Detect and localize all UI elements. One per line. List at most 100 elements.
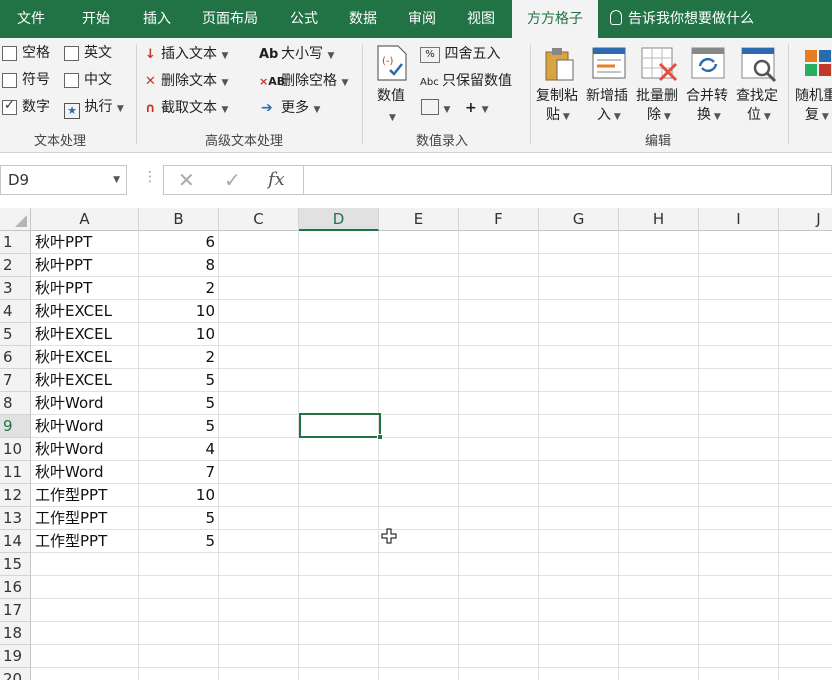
checkbox-chinese[interactable] [64, 73, 79, 88]
row-header-20[interactable]: 20 [0, 668, 31, 680]
worksheet-grid[interactable]: ABCDEFGHIJ 1 2 3 4 5 6 7 8 9 10 11 12 13 14 15 16 17 18 19… [0, 208, 832, 680]
tab-home[interactable]: 开始 [62, 0, 130, 38]
cell-a10[interactable]: 秋叶Word [31, 438, 139, 461]
delete-text-button[interactable]: ✕ 删除文本 ▼ [145, 71, 228, 93]
name-box[interactable]: D9 ▼ [0, 165, 127, 195]
formula-input[interactable] [303, 165, 832, 195]
row-header-18[interactable]: 18 [0, 622, 31, 645]
row-header-15[interactable]: 15 [0, 553, 31, 576]
case-button[interactable]: Ab 大小写 ▼ [259, 44, 334, 66]
fill-handle[interactable] [377, 434, 383, 440]
tab-insert[interactable]: 插入 [130, 0, 184, 38]
execute-button[interactable]: ★ 执行 ▼ [64, 97, 124, 119]
insert-text-button[interactable]: ↓ 插入文本 ▼ [145, 44, 228, 66]
row-header-1[interactable]: 1 [0, 231, 31, 254]
keep-value-button[interactable]: Abc 只保留数值 [420, 71, 512, 93]
tab-page-layout[interactable]: 页面布局 [184, 0, 276, 38]
column-header-h[interactable]: H [619, 208, 699, 231]
batch-delete-line1[interactable]: 批量删 [636, 86, 678, 106]
random-repeat-line1[interactable]: 随机重 [795, 86, 832, 106]
row-header-10[interactable]: 10 [0, 438, 31, 461]
row-header-12[interactable]: 12 [0, 484, 31, 507]
select-all-button[interactable] [0, 208, 31, 231]
tab-fangfangezi[interactable]: 方方格子 [512, 0, 598, 38]
insert-new-line1[interactable]: 新增插 [586, 86, 628, 106]
column-header-e[interactable]: E [379, 208, 459, 231]
cell-a9[interactable]: 秋叶Word [31, 415, 139, 438]
cell-a14[interactable]: 工作型PPT [31, 530, 139, 553]
checkbox-space[interactable] [2, 46, 17, 61]
cell-a5[interactable]: 秋叶EXCEL [31, 323, 139, 346]
row-header-9[interactable]: 9 [0, 415, 31, 438]
checkbox-english[interactable] [64, 46, 79, 61]
cell-b5[interactable]: 10 [139, 323, 219, 346]
cell-b8[interactable]: 5 [139, 392, 219, 415]
copy-paste-line1[interactable]: 复制粘 [536, 86, 578, 106]
cell-a2[interactable]: 秋叶PPT [31, 254, 139, 277]
drag-handle-icon[interactable]: ⋮ [143, 169, 157, 185]
cell-b2[interactable]: 8 [139, 254, 219, 277]
function-icon[interactable]: fx [268, 169, 285, 190]
row-header-19[interactable]: 19 [0, 645, 31, 668]
row-header-14[interactable]: 14 [0, 530, 31, 553]
column-header-d[interactable]: D [299, 208, 379, 231]
cell-a12[interactable]: 工作型PPT [31, 484, 139, 507]
insert-new-button[interactable]: 入 ▼ [597, 105, 621, 127]
merge-convert-button[interactable]: 换 ▼ [697, 105, 721, 127]
cell-b10[interactable]: 4 [139, 438, 219, 461]
column-header-g[interactable]: G [539, 208, 619, 231]
row-header-3[interactable]: 3 [0, 277, 31, 300]
cell-b4[interactable]: 10 [139, 300, 219, 323]
random-repeat-button[interactable]: 复 ▼ [805, 105, 829, 127]
cancel-icon[interactable]: ✕ [178, 168, 195, 192]
cell-b11[interactable]: 7 [139, 461, 219, 484]
tab-formulas[interactable]: 公式 [276, 0, 332, 38]
column-header-a[interactable]: A [31, 208, 139, 231]
cell-a8[interactable]: 秋叶Word [31, 392, 139, 415]
column-header-f[interactable]: F [459, 208, 539, 231]
tell-me-search[interactable]: 告诉我你想要做什么 [610, 0, 754, 38]
row-header-4[interactable]: 4 [0, 300, 31, 323]
find-locate-button[interactable]: 位 ▼ [747, 105, 771, 127]
cell-b9[interactable]: 5 [139, 415, 219, 438]
row-header-2[interactable]: 2 [0, 254, 31, 277]
row-header-17[interactable]: 17 [0, 599, 31, 622]
tab-file[interactable]: 文件 [0, 0, 62, 38]
cell-b7[interactable]: 5 [139, 369, 219, 392]
chevron-down-icon[interactable]: ▼ [113, 166, 120, 194]
plus-dropdown[interactable]: + ▼ [465, 98, 489, 120]
cell-a7[interactable]: 秋叶EXCEL [31, 369, 139, 392]
row-header-7[interactable]: 7 [0, 369, 31, 392]
round-button[interactable]: % 四舍五入 [420, 44, 500, 64]
tab-view[interactable]: 视图 [450, 0, 512, 38]
delete-spaces-button[interactable]: ×AB删除空格 ▼ [259, 71, 348, 93]
extract-text-button[interactable]: ∩ 截取文本 ▼ [145, 98, 228, 120]
cell-a1[interactable]: 秋叶PPT [31, 231, 139, 254]
edit-value-dropdown[interactable]: ▼ [421, 98, 450, 120]
find-locate-line1[interactable]: 查找定 [736, 86, 778, 106]
value-button[interactable]: 数值 [377, 86, 405, 106]
row-header-5[interactable]: 5 [0, 323, 31, 346]
cell-a6[interactable]: 秋叶EXCEL [31, 346, 139, 369]
cell-b6[interactable]: 2 [139, 346, 219, 369]
active-cell-d9[interactable] [299, 413, 383, 440]
tab-review[interactable]: 审阅 [394, 0, 450, 38]
copy-paste-button[interactable]: 贴 ▼ [546, 105, 570, 127]
column-header-i[interactable]: I [699, 208, 779, 231]
cell-a13[interactable]: 工作型PPT [31, 507, 139, 530]
more-button[interactable]: ➔ 更多 ▼ [261, 98, 320, 120]
cell-b13[interactable]: 5 [139, 507, 219, 530]
cell-a4[interactable]: 秋叶EXCEL [31, 300, 139, 323]
row-header-6[interactable]: 6 [0, 346, 31, 369]
tab-data[interactable]: 数据 [332, 0, 394, 38]
row-header-8[interactable]: 8 [0, 392, 31, 415]
cell-b3[interactable]: 2 [139, 277, 219, 300]
cell-a11[interactable]: 秋叶Word [31, 461, 139, 484]
merge-convert-line1[interactable]: 合并转 [686, 86, 728, 106]
column-header-b[interactable]: B [139, 208, 219, 231]
checkbox-number[interactable] [2, 98, 17, 115]
column-header-c[interactable]: C [219, 208, 299, 231]
column-header-j[interactable]: J [779, 208, 832, 231]
confirm-icon[interactable]: ✓ [224, 168, 241, 192]
cell-b14[interactable]: 5 [139, 530, 219, 553]
